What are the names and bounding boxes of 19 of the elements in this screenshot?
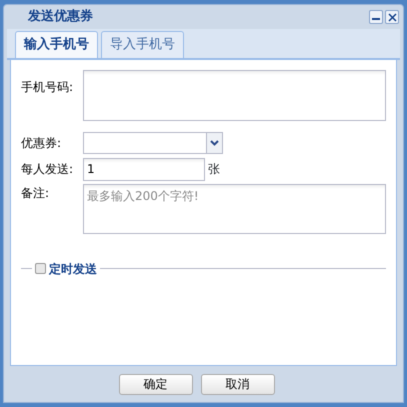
checkbox[interactable]: [35, 263, 46, 274]
coupon-dropdown[interactable]: [83, 132, 223, 154]
field-label: 每人发送:: [21, 161, 74, 178]
tab[interactable]: 导入手机号: [101, 31, 184, 58]
field-label: 备注:: [21, 184, 50, 202]
close-button[interactable]: [385, 10, 399, 24]
tab[interactable]: 输入手机号: [15, 31, 98, 58]
unit-label: 张: [208, 161, 220, 178]
dialog-button[interactable]: 确定: [118, 374, 192, 394]
note-field[interactable]: 最多输入200个字符!: [83, 184, 386, 234]
window-title: 发送优惠券: [28, 8, 94, 26]
phone-number-field[interactable]: [83, 70, 386, 120]
dialog-button[interactable]: 取消: [200, 374, 274, 394]
quantity-field[interactable]: 1: [83, 158, 205, 180]
checkbox-label[interactable]: 定时发送: [49, 260, 97, 278]
field-label: 优惠券:: [21, 134, 62, 152]
field-label: 手机号码:: [21, 78, 74, 96]
close-icon: [388, 12, 396, 22]
minimize-button[interactable]: [369, 10, 383, 24]
